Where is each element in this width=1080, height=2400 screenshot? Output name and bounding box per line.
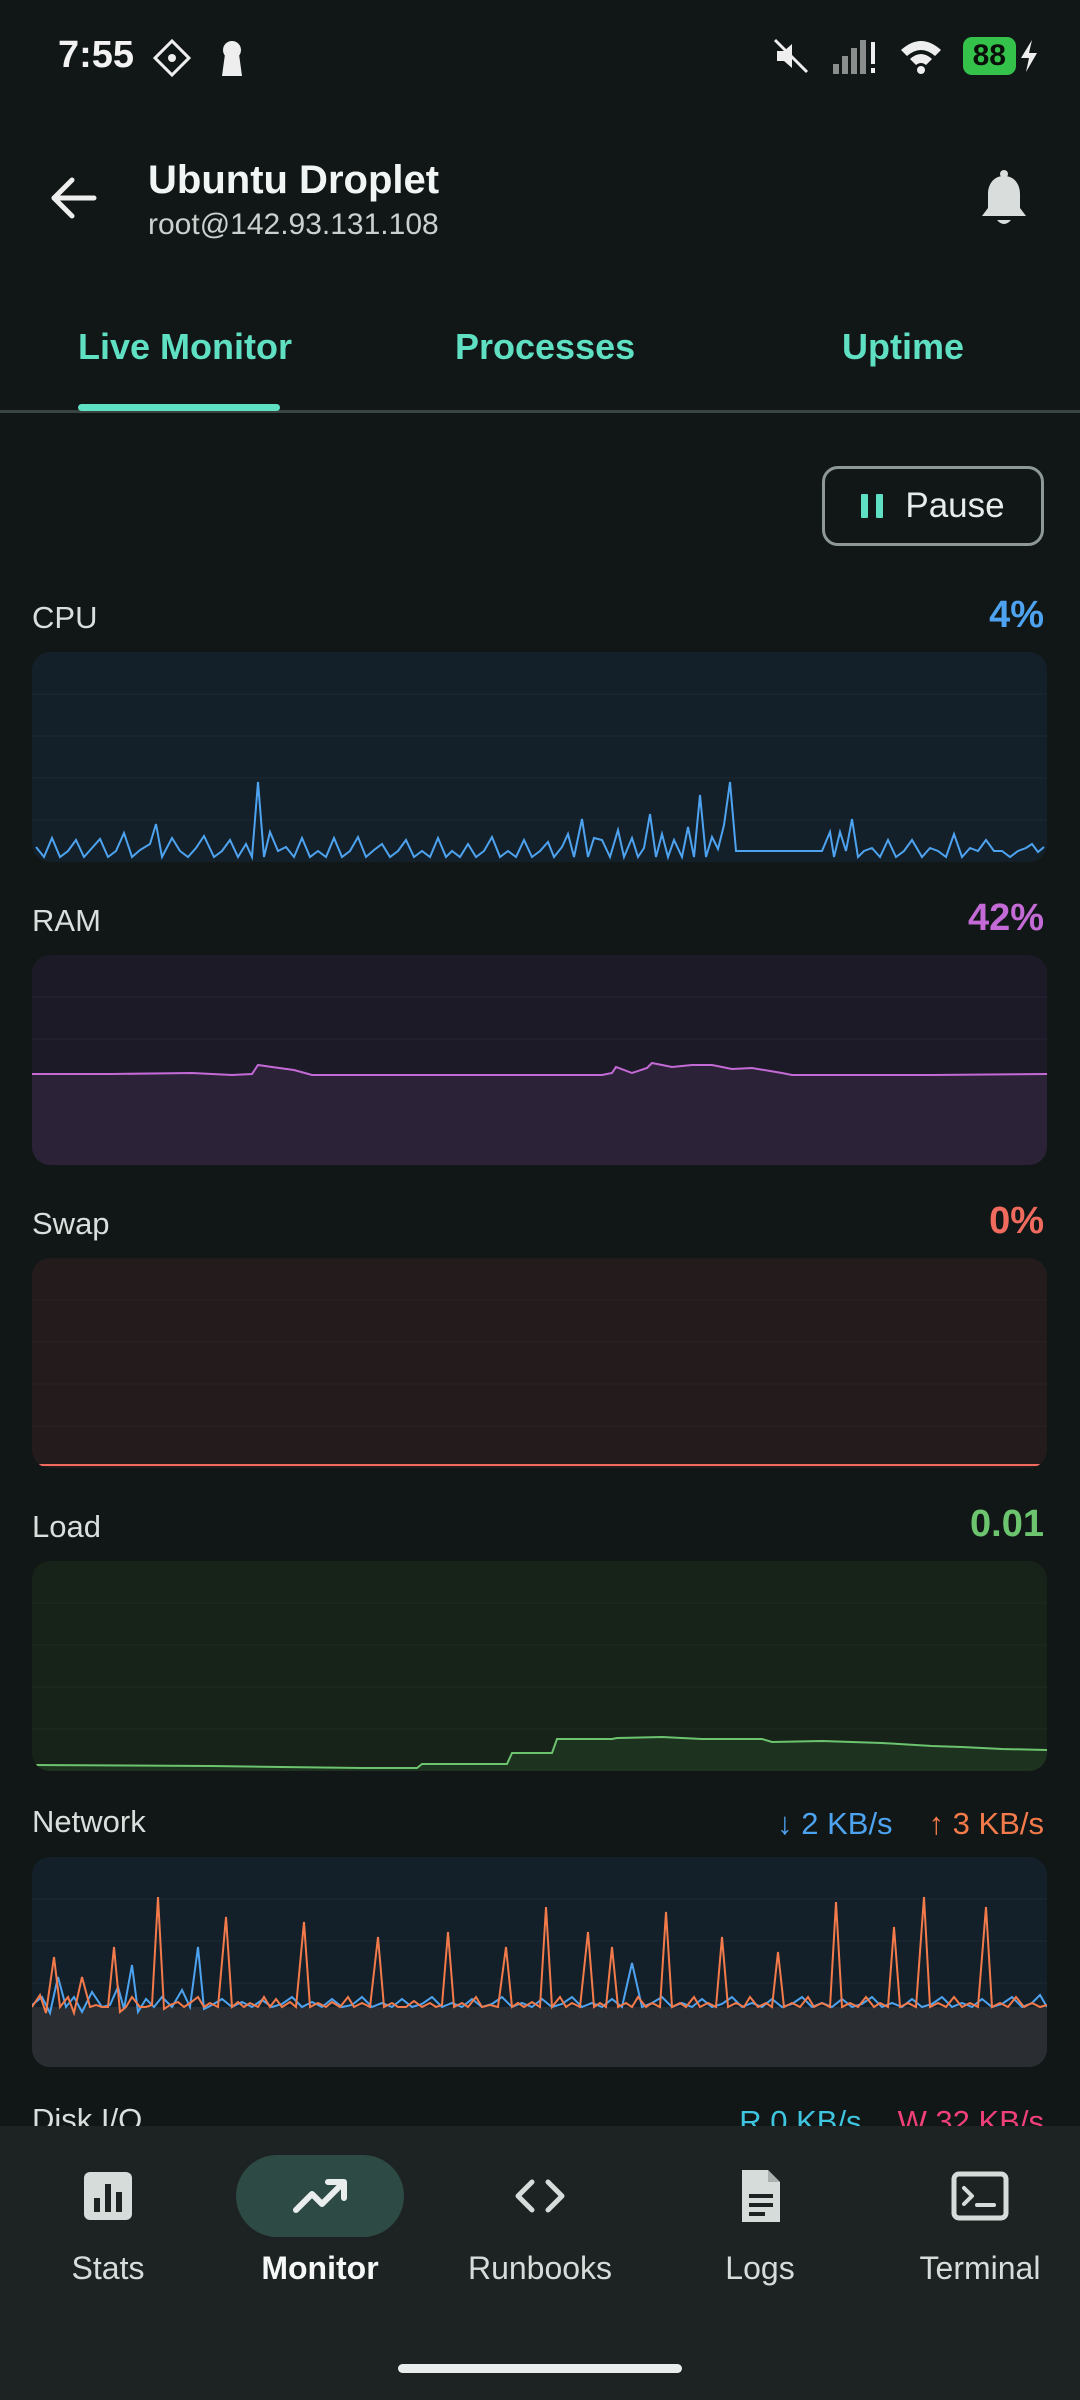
active-tab-indicator <box>78 404 280 411</box>
charging-icon <box>1021 40 1037 72</box>
load-chart <box>32 1561 1047 1771</box>
tab-bar: Live Monitor Processes Uptime <box>0 300 1080 413</box>
ram-value: 42% <box>967 897 1044 939</box>
pause-icon <box>861 494 884 518</box>
network-label: Network <box>32 1804 146 1839</box>
mute-icon <box>773 38 808 74</box>
swap-value: 0% <box>989 1200 1044 1242</box>
server-title: Ubuntu Droplet <box>148 158 440 202</box>
cpu-label: CPU <box>32 600 98 635</box>
status-bar: 7:55 88 <box>0 0 1080 120</box>
load-chart-graph <box>32 1602 1047 1771</box>
nav-runbooks[interactable]: Runbooks <box>432 2166 648 2316</box>
network-chart <box>32 1857 1047 2067</box>
nav-terminal-label: Terminal <box>919 2250 1041 2286</box>
load-value: 0.01 <box>970 1503 1044 1545</box>
tab-uptime[interactable]: Uptime <box>842 326 964 368</box>
home-indicator[interactable] <box>398 2364 682 2373</box>
network-rates: ↓ 2 KB/s ↑ 3 KB/s <box>777 1806 1044 1842</box>
nav-terminal[interactable]: Terminal <box>872 2166 1080 2316</box>
nav-runbooks-label: Runbooks <box>467 2250 613 2286</box>
network-chart-graph <box>32 1896 1047 2067</box>
cellular-signal-icon <box>832 40 875 74</box>
pause-button[interactable]: Pause <box>822 466 1044 546</box>
nav-stats-label: Stats <box>71 2250 145 2286</box>
network-download-rate: ↓ 2 KB/s <box>777 1806 893 1841</box>
back-arrow-icon[interactable] <box>46 170 102 226</box>
pause-label: Pause <box>905 486 1005 525</box>
load-label: Load <box>32 1509 101 1544</box>
battery-indicator: 88 <box>962 37 1040 75</box>
network-upload-rate: ↑ 3 KB/s <box>928 1806 1044 1841</box>
tab-processes[interactable]: Processes <box>455 326 635 368</box>
nav-active-pill <box>236 2155 404 2237</box>
nav-logs-label: Logs <box>725 2250 795 2286</box>
nav-monitor-label: Monitor <box>261 2250 379 2286</box>
tab-live-monitor[interactable]: Live Monitor <box>78 326 292 368</box>
document-icon <box>742 2170 780 2222</box>
trending-up-icon <box>293 2179 347 2213</box>
wifi-icon <box>900 41 941 74</box>
ram-chart <box>32 955 1047 1165</box>
ram-chart-graph <box>32 996 1047 1165</box>
cpu-value: 4% <box>989 594 1044 636</box>
cpu-chart <box>32 652 1047 862</box>
nav-monitor[interactable]: Monitor <box>212 2155 428 2316</box>
app-notification-icon <box>152 38 192 78</box>
ram-label: RAM <box>32 903 101 938</box>
code-icon <box>515 2179 565 2213</box>
swap-chart-graph <box>32 1299 1047 1466</box>
bar-chart-icon <box>84 2172 132 2220</box>
terminal-icon <box>951 2171 1009 2221</box>
cpu-chart-graph <box>32 693 1047 861</box>
swap-label: Swap <box>32 1206 110 1241</box>
keyhole-icon <box>222 41 242 76</box>
bottom-navigation: Stats Monitor Runbooks Logs Terminal <box>0 2126 1080 2400</box>
app-header: Ubuntu Droplet root@142.93.131.108 <box>0 140 1080 270</box>
nav-stats[interactable]: Stats <box>0 2166 216 2316</box>
status-time: 7:55 <box>58 34 135 76</box>
battery-level: 88 <box>962 37 1016 75</box>
nav-logs[interactable]: Logs <box>652 2166 868 2316</box>
server-address: root@142.93.131.108 <box>148 208 439 241</box>
swap-chart <box>32 1258 1047 1468</box>
status-icons: 88 <box>771 36 1040 76</box>
bell-icon[interactable] <box>976 170 1032 230</box>
